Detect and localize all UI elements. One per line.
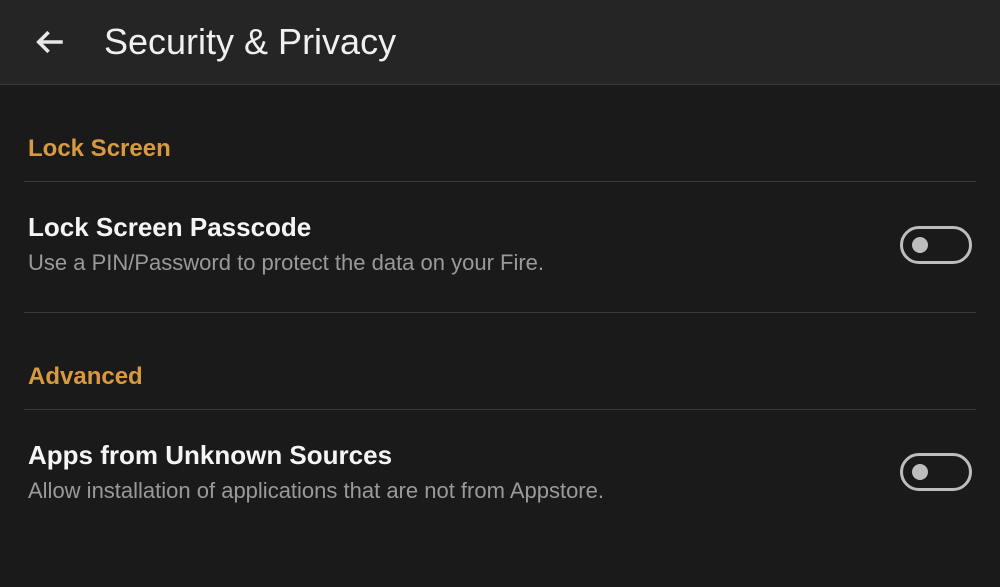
setting-title: Lock Screen Passcode [28, 212, 880, 243]
arrow-left-icon [33, 25, 67, 59]
back-button[interactable] [28, 20, 72, 64]
setting-title: Apps from Unknown Sources [28, 440, 880, 471]
setting-description: Allow installation of applications that … [28, 477, 880, 506]
setting-text: Apps from Unknown Sources Allow installa… [28, 440, 880, 506]
setting-apps-unknown-sources[interactable]: Apps from Unknown Sources Allow installa… [24, 410, 976, 526]
toggle-lock-screen-passcode[interactable] [900, 226, 972, 264]
toggle-knob-icon [912, 464, 928, 480]
toggle-apps-unknown-sources[interactable] [900, 453, 972, 491]
toggle-knob-icon [912, 237, 928, 253]
setting-lock-screen-passcode[interactable]: Lock Screen Passcode Use a PIN/Password … [24, 182, 976, 313]
section-header-advanced: Advanced [24, 313, 976, 410]
settings-content: Lock Screen Lock Screen Passcode Use a P… [0, 85, 1000, 525]
setting-text: Lock Screen Passcode Use a PIN/Password … [28, 212, 880, 278]
page-title: Security & Privacy [104, 21, 396, 63]
header-bar: Security & Privacy [0, 0, 1000, 85]
setting-description: Use a PIN/Password to protect the data o… [28, 249, 880, 278]
section-header-lock-screen: Lock Screen [24, 85, 976, 182]
